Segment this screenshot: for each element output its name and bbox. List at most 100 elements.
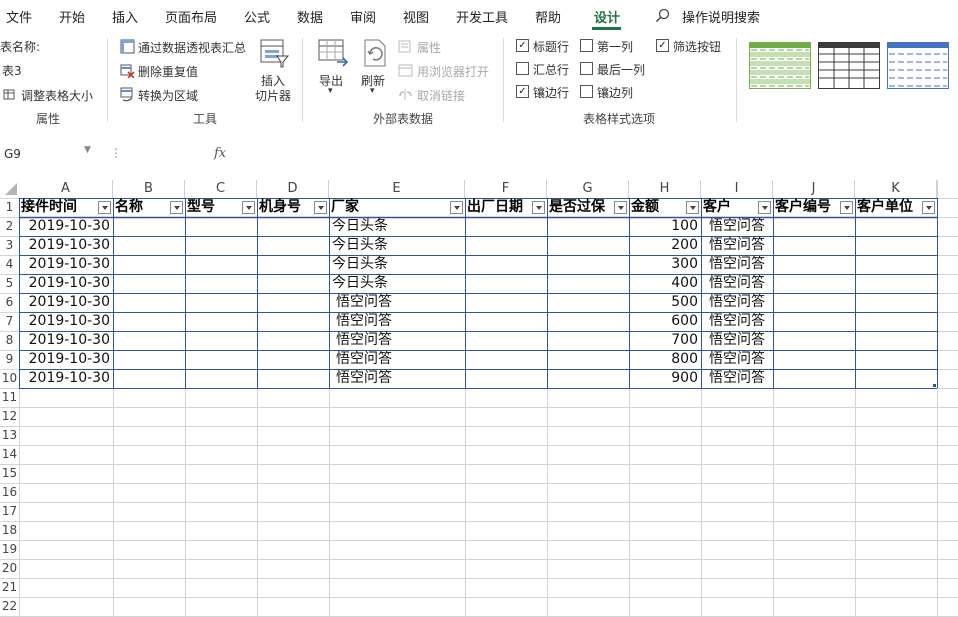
- table-cell[interactable]: [855, 236, 937, 255]
- table-cell[interactable]: 今日头条: [329, 217, 465, 236]
- row-header-16[interactable]: 16: [0, 483, 19, 502]
- menu-insert[interactable]: 插入: [112, 7, 138, 26]
- table-cell[interactable]: [113, 312, 185, 331]
- row-header-13[interactable]: 13: [0, 426, 19, 445]
- table-cell[interactable]: [547, 255, 629, 274]
- table-header-cell[interactable]: 客户: [701, 198, 757, 217]
- table-cell[interactable]: [465, 369, 547, 388]
- table-cell[interactable]: [257, 369, 329, 388]
- table-header-cell[interactable]: 机身号: [257, 198, 313, 217]
- row-header-2[interactable]: 2: [0, 217, 19, 236]
- table-header-cell[interactable]: 金额: [629, 198, 685, 217]
- table-cell[interactable]: [855, 274, 937, 293]
- table-cell[interactable]: [855, 331, 937, 350]
- filter-dropdown-icon[interactable]: [922, 201, 935, 214]
- row-header-6[interactable]: 6: [0, 293, 19, 312]
- table-cell[interactable]: [773, 369, 855, 388]
- header-row-checkbox[interactable]: ✓: [516, 39, 529, 52]
- table-cell[interactable]: 悟空问答: [701, 274, 773, 293]
- table-cell[interactable]: [257, 274, 329, 293]
- table-cell[interactable]: [547, 331, 629, 350]
- table-cell[interactable]: [257, 217, 329, 236]
- table-cell[interactable]: [547, 350, 629, 369]
- table-style-green-thumbnail[interactable]: [749, 42, 811, 92]
- row-header-19[interactable]: 19: [0, 540, 19, 559]
- table-header-cell[interactable]: 客户编号: [773, 198, 839, 217]
- table-cell[interactable]: [257, 236, 329, 255]
- convert-to-range-button[interactable]: 转换为区域: [138, 87, 198, 104]
- filter-dropdown-icon[interactable]: [758, 201, 771, 214]
- column-header-d[interactable]: D: [257, 180, 329, 198]
- table-cell[interactable]: [113, 369, 185, 388]
- table-cell[interactable]: 悟空问答: [701, 312, 773, 331]
- table-cell[interactable]: [185, 255, 257, 274]
- table-cell[interactable]: [773, 217, 855, 236]
- table-cell[interactable]: 300: [629, 255, 701, 274]
- menu-review[interactable]: 审阅: [350, 7, 376, 26]
- row-header-5[interactable]: 5: [0, 274, 19, 293]
- table-cell[interactable]: [185, 274, 257, 293]
- filter-dropdown-icon[interactable]: [532, 201, 545, 214]
- row-header-20[interactable]: 20: [0, 559, 19, 578]
- unlink-button[interactable]: 取消链接: [417, 87, 465, 104]
- table-cell[interactable]: 600: [629, 312, 701, 331]
- search-icon[interactable]: [655, 8, 671, 27]
- table-cell[interactable]: [113, 255, 185, 274]
- export-dropdown-icon[interactable]: ▾: [328, 86, 333, 96]
- table-cell[interactable]: [465, 255, 547, 274]
- row-header-10[interactable]: 10: [0, 369, 19, 388]
- column-header-f[interactable]: F: [465, 180, 547, 198]
- table-cell[interactable]: [465, 217, 547, 236]
- filter-dropdown-icon[interactable]: [686, 201, 699, 214]
- filter-dropdown-icon[interactable]: [614, 201, 627, 214]
- insert-function-button[interactable]: fx: [214, 146, 226, 161]
- formula-input[interactable]: [240, 146, 940, 162]
- table-cell[interactable]: [547, 217, 629, 236]
- spreadsheet-grid[interactable]: A B C D E F G H I J K 1 2 3 4 5 6 7 8 9 10 11 12 13 14 15 16 17 18 19…: [0, 180, 958, 617]
- table-cell[interactable]: [185, 217, 257, 236]
- table-header-cell[interactable]: 出厂日期: [465, 198, 531, 217]
- row-header-17[interactable]: 17: [0, 502, 19, 521]
- row-header-22[interactable]: 22: [0, 597, 19, 616]
- table-cell[interactable]: 悟空问答: [701, 255, 773, 274]
- table-cell[interactable]: [465, 236, 547, 255]
- open-in-browser-button[interactable]: 用浏览器打开: [417, 63, 489, 80]
- menu-file[interactable]: 文件: [6, 7, 32, 26]
- table-cell[interactable]: 悟空问答: [329, 293, 465, 312]
- row-header-15[interactable]: 15: [0, 464, 19, 483]
- table-cell[interactable]: 400: [629, 274, 701, 293]
- table-cell[interactable]: [547, 312, 629, 331]
- menu-home[interactable]: 开始: [59, 7, 85, 26]
- table-cell[interactable]: [855, 255, 937, 274]
- filter-button-checkbox[interactable]: ✓: [656, 39, 669, 52]
- table-cell[interactable]: 今日头条: [329, 274, 465, 293]
- table-cell[interactable]: 悟空问答: [701, 293, 773, 312]
- table-cell[interactable]: [113, 236, 185, 255]
- table-cell[interactable]: [773, 274, 855, 293]
- table-cell[interactable]: 今日头条: [329, 236, 465, 255]
- table-cell[interactable]: 200: [629, 236, 701, 255]
- table-cell[interactable]: [773, 350, 855, 369]
- table-cell[interactable]: [855, 312, 937, 331]
- table-cell[interactable]: [113, 293, 185, 312]
- table-cell[interactable]: 2019-10-30: [19, 293, 113, 312]
- column-header-g[interactable]: G: [547, 180, 629, 198]
- summarize-pivot-button[interactable]: 通过数据透视表汇总: [138, 39, 246, 56]
- table-cell[interactable]: [113, 350, 185, 369]
- banded-rows-checkbox[interactable]: ✓: [516, 85, 529, 98]
- table-cell[interactable]: 2019-10-30: [19, 350, 113, 369]
- row-header-11[interactable]: 11: [0, 388, 19, 407]
- filter-dropdown-icon[interactable]: [242, 201, 255, 214]
- table-header-cell[interactable]: 客户单位: [855, 198, 921, 217]
- table-cell[interactable]: [465, 293, 547, 312]
- table-cell[interactable]: 悟空问答: [329, 331, 465, 350]
- total-row-checkbox[interactable]: [516, 62, 529, 75]
- table-cell[interactable]: [257, 331, 329, 350]
- table-cell[interactable]: [855, 369, 937, 388]
- table-cell[interactable]: [773, 255, 855, 274]
- column-header-i[interactable]: I: [701, 180, 773, 198]
- name-box-dropdown-icon[interactable]: ▼: [84, 145, 91, 155]
- table-cell[interactable]: [257, 312, 329, 331]
- name-box[interactable]: G9: [4, 147, 21, 161]
- table-cell[interactable]: [113, 217, 185, 236]
